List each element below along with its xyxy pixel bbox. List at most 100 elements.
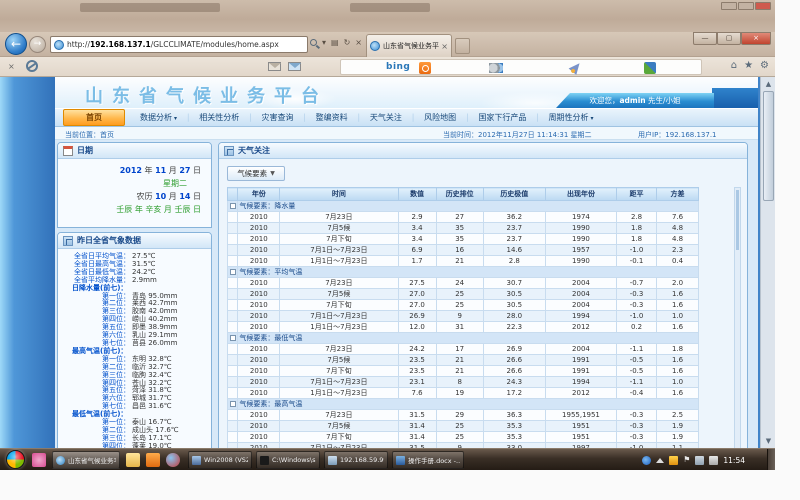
- group-label: 气候要素：降水量: [238, 201, 699, 212]
- cell: 2.8: [617, 212, 657, 223]
- cell: 3.4: [398, 223, 436, 234]
- refresh-icon[interactable]: ↻: [344, 38, 351, 47]
- browser-forward-button[interactable]: →: [29, 36, 46, 53]
- nav-item-4[interactable]: 整编资料: [307, 110, 357, 125]
- checkbox[interactable]: [230, 335, 236, 341]
- nav-item-0[interactable]: 首页: [63, 109, 125, 126]
- cell: 26.6: [483, 355, 545, 366]
- minimize-button[interactable]: —: [693, 32, 717, 45]
- taskbar-ie-window[interactable]: 山东省气候业务平...: [52, 451, 120, 469]
- browser-right-buttons: ⌂ ★ ⚙: [731, 60, 769, 71]
- browser-tab[interactable]: 山东省气候业务平... ×: [366, 34, 452, 57]
- minimize-icon: [721, 2, 737, 10]
- nav-item-8[interactable]: 周期性分析▾: [540, 110, 603, 125]
- scroll-up-icon[interactable]: ▲: [761, 77, 775, 91]
- mail-icon[interactable]: [268, 62, 281, 71]
- maximize-button[interactable]: ▢: [717, 32, 741, 45]
- table-row: 20107月23日27.52430.72004-0.72.0: [228, 278, 699, 289]
- start-button[interactable]: [6, 450, 25, 469]
- puzzle-icon[interactable]: [644, 62, 656, 74]
- links-bar: bing: [340, 59, 702, 75]
- orange-app-icon[interactable]: [419, 62, 431, 74]
- scroll-down-icon[interactable]: ▼: [761, 434, 775, 448]
- nav-item-7[interactable]: 国家下行产品: [469, 110, 535, 125]
- rocket-icon[interactable]: [569, 60, 584, 75]
- home-icon[interactable]: ⌂: [731, 60, 737, 71]
- cell: 1990: [545, 223, 616, 234]
- cell: 31.5: [398, 410, 436, 421]
- ie-icon: [56, 456, 65, 465]
- climate-element-button[interactable]: 气候要素▼: [227, 166, 285, 181]
- cell: 22.3: [483, 322, 545, 333]
- taskbar-window-button[interactable]: Win2008 (VS2...: [188, 451, 252, 469]
- compatibility-icon[interactable]: ▤: [331, 38, 339, 47]
- cell: 1991: [545, 366, 616, 377]
- table-row: 20107月1日～7月23日6.91614.61957-1.02.3: [228, 245, 699, 256]
- discs-icon[interactable]: [489, 63, 503, 73]
- nav-item-2[interactable]: 相关性分析: [190, 110, 248, 125]
- nav-item-6[interactable]: 风险地图: [415, 110, 465, 125]
- panel-scrollbar[interactable]: [734, 187, 741, 448]
- mail-blue-icon[interactable]: [288, 62, 301, 71]
- column-header: 历史排位: [436, 188, 483, 201]
- search-icon[interactable]: [310, 39, 317, 46]
- dropdown-icon[interactable]: ▾: [322, 38, 326, 47]
- address-bar[interactable]: http://192.168.137.1/GLCCLIMATE/modules/…: [50, 36, 308, 53]
- cell: 7月5候: [280, 289, 398, 300]
- show-hidden-icons-arrow[interactable]: [656, 458, 664, 463]
- taskbar-window-button[interactable]: 操作手册.docx -...: [392, 451, 464, 469]
- group-label: 气候要素：最低气温: [238, 333, 699, 344]
- page-scrollbar[interactable]: ▲ ▼: [760, 77, 775, 448]
- network-icon[interactable]: [695, 456, 704, 465]
- row-checkbox-cell: [228, 344, 238, 355]
- browser-back-button[interactable]: ←: [5, 33, 27, 55]
- bing-logo[interactable]: bing: [386, 62, 410, 72]
- orange-app-taskbar-icon[interactable]: [146, 453, 160, 467]
- favorites-star-icon[interactable]: ★: [744, 60, 753, 71]
- scrollbar-thumb[interactable]: [763, 91, 774, 201]
- weather-panel-body: 全省日平均气温：27.5℃全省日最高气温：31.5℃全省日最低气温：24.2℃全…: [58, 249, 211, 448]
- checkbox[interactable]: [230, 203, 236, 209]
- action-center-flag-icon[interactable]: ⚑: [683, 455, 690, 465]
- cell: 1.9: [657, 421, 699, 432]
- table-header-row: 年份时间数值历史排位历史极值出现年份距平方差: [228, 188, 699, 201]
- nav-item-1[interactable]: 数据分析▾: [131, 110, 186, 125]
- row-checkbox-cell: [228, 388, 238, 399]
- blocker-icon[interactable]: [26, 60, 38, 72]
- cell: 1.9: [657, 432, 699, 443]
- stop-icon[interactable]: ×: [355, 38, 362, 47]
- close-icon: [755, 2, 771, 10]
- pinned-app-icon[interactable]: [32, 453, 46, 467]
- nav-item-3[interactable]: 灾害查询: [252, 110, 302, 125]
- cell: 7月下旬: [280, 234, 398, 245]
- nav-item-5[interactable]: 天气关注: [361, 110, 411, 125]
- cell: 23.7: [483, 223, 545, 234]
- column-header: 距平: [617, 188, 657, 201]
- settings-gear-icon[interactable]: ⚙: [760, 60, 769, 71]
- table-group-row: 气候要素：最低气温: [228, 333, 699, 344]
- cell: 2004: [545, 289, 616, 300]
- explorer-folder-icon[interactable]: [126, 453, 140, 467]
- row-checkbox-cell: [228, 377, 238, 388]
- show-desktop-button[interactable]: [767, 449, 775, 470]
- cell: 4.8: [657, 223, 699, 234]
- media-app-icon[interactable]: [166, 453, 180, 467]
- cell: 1.6: [657, 289, 699, 300]
- cell: 2012: [545, 388, 616, 399]
- messenger-tray-icon[interactable]: [642, 456, 651, 465]
- sogou-tray-icon[interactable]: [669, 456, 678, 465]
- close-button[interactable]: ×: [741, 32, 771, 45]
- checkbox[interactable]: [230, 269, 236, 275]
- new-tab-button[interactable]: [455, 38, 470, 54]
- volume-icon[interactable]: [709, 456, 718, 465]
- cell: 25: [436, 432, 483, 443]
- close-sidebar-icon[interactable]: ×: [8, 62, 15, 71]
- calendar-icon: [63, 146, 73, 156]
- table-group-row: 气候要素：降水量: [228, 201, 699, 212]
- greeting-username: admin: [619, 96, 645, 105]
- checkbox[interactable]: [230, 401, 236, 407]
- taskbar-window-button[interactable]: C:\Windows\s...: [256, 451, 320, 469]
- tab-close-icon[interactable]: ×: [441, 42, 448, 51]
- taskbar-window-button[interactable]: 192.168.59.99...: [324, 451, 388, 469]
- calendar-panel: 日期 2012 年 11 月 27 日 星期二 农历 10 月 14 日 壬辰 …: [57, 142, 212, 228]
